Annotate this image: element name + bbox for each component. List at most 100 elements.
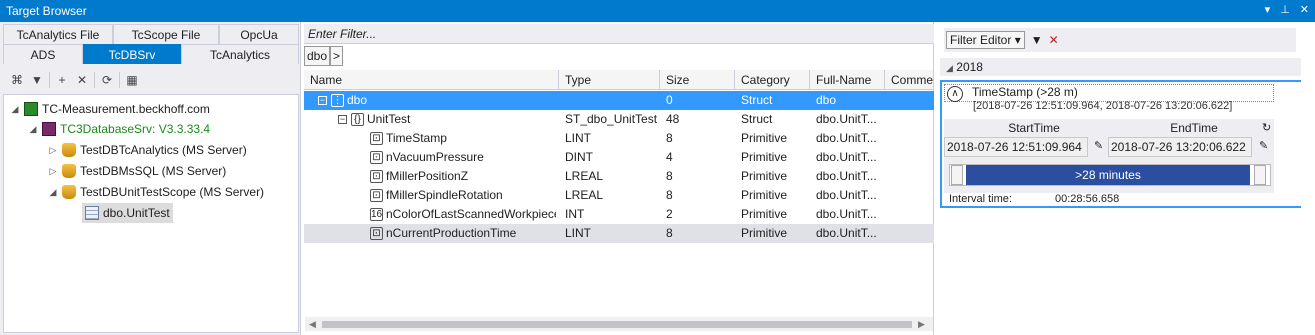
row-name: dbo — [347, 93, 368, 107]
dropdown-icon[interactable]: ▾ — [1265, 3, 1271, 16]
expanded-arrow-icon[interactable]: ◢ — [946, 63, 953, 73]
row-size: 4 — [666, 150, 673, 164]
collapsed-arrow-icon[interactable]: ▷ — [48, 140, 58, 160]
interval-value: 00:28:56.658 — [1055, 193, 1120, 205]
name-cell: ⊡ fMillerSpindleRotation — [364, 186, 560, 205]
table-row[interactable]: ⊡ fMillerSpindleRotation LREAL 8 Primitiv… — [304, 186, 934, 205]
column-header-name[interactable]: Name — [304, 70, 559, 90]
filter-editor-dropdown[interactable]: Filter Editor ▾ — [946, 31, 1025, 49]
table-row[interactable]: ⊡ nVacuumPressure DINT 4 Primitive dbo.Un… — [304, 148, 934, 167]
refresh-icon[interactable]: ⟳ — [99, 73, 115, 87]
column-header-size[interactable]: Size — [660, 70, 735, 90]
row-type: LINT — [565, 131, 592, 145]
tree-node-root[interactable]: ◢ TC-Measurement.beckhoff.com — [10, 99, 210, 119]
row-name: UnitTest — [367, 112, 411, 126]
row-fullname: dbo.UnitT... — [816, 150, 877, 164]
tree-node-server[interactable]: ◢ TC3DatabaseSrv: V3.3.33.4 — [28, 119, 210, 139]
table-row[interactable]: ⊡ TimeStamp LINT 8 Primitive dbo.UnitT... — [304, 129, 934, 148]
column-header-comment[interactable]: Comme — [885, 70, 934, 90]
clear-filter-icon[interactable]: ✕ — [1049, 33, 1059, 47]
tab-tcanalytics[interactable]: TcAnalytics — [181, 44, 299, 64]
tab-tcdbsrv[interactable]: TcDBSrv — [83, 44, 181, 64]
tree-node-db-unittestscope[interactable]: ◢ TestDBUnitTestScope (MS Server) — [48, 182, 264, 202]
table-row[interactable]: 16 nColorOfLastScannedWorkpiece INT 2 Pri… — [304, 205, 934, 224]
scroll-left-icon[interactable]: ◀ — [309, 319, 316, 330]
collapse-icon[interactable]: − — [318, 96, 327, 106]
column-header-type[interactable]: Type — [559, 70, 660, 90]
row-size: 8 — [666, 188, 673, 202]
name-cell: − ⋮ dbo — [312, 91, 560, 110]
tab-opcua[interactable]: OpcUa — [219, 24, 299, 44]
calendar-icon[interactable]: ▦ — [124, 73, 140, 87]
tree-node-db-tcanalytics[interactable]: ▷ TestDBTcAnalytics (MS Server) — [48, 140, 247, 160]
row-type: ST_dbo_UnitTest — [565, 112, 658, 126]
hierarchy-icon[interactable]: ⌘ — [9, 73, 25, 87]
slider-range[interactable]: >28 minutes — [966, 165, 1250, 185]
filter-editor-toolbar: Filter Editor ▾ ▼ ✕ — [944, 28, 1296, 52]
row-category: Primitive — [741, 169, 788, 183]
scroll-right-icon[interactable]: ▶ — [918, 319, 925, 330]
left-toolbar: ⌘ ▼ + ✕ ⟳ ▦ — [3, 68, 299, 92]
row-type: DINT — [565, 150, 593, 164]
filter-icon[interactable]: ▼ — [1031, 33, 1043, 47]
toolbar-separator — [94, 72, 95, 88]
timestamp-title: TimeStamp (>28 m) — [972, 85, 1078, 99]
struct-icon: {} — [351, 113, 364, 127]
tab-row-2: ADS TcDBSrv TcAnalytics — [3, 44, 299, 64]
row-size: 48 — [666, 112, 680, 126]
edit-start-icon[interactable]: ✎ — [1094, 139, 1103, 152]
expanded-arrow-icon[interactable]: ◢ — [10, 99, 20, 119]
tab-tcanalytics-file[interactable]: TcAnalytics File — [3, 24, 113, 44]
table-row[interactable]: − ⋮ dbo 0 Struct dbo — [304, 91, 934, 110]
tab-tcscope-file[interactable]: TcScope File — [113, 24, 219, 44]
database-icon — [62, 185, 76, 199]
row-type — [559, 91, 659, 110]
row-type: INT — [565, 207, 585, 221]
breadcrumb-arrow[interactable]: > — [330, 46, 344, 66]
table-row[interactable]: −{} UnitTest ST_dbo_UnitTest 48 Struct db… — [304, 110, 934, 129]
name-cell: 16 nColorOfLastScannedWorkpiece — [364, 205, 556, 224]
filter-input[interactable]: Enter Filter... — [304, 24, 934, 44]
remove-database-icon[interactable]: ✕ — [74, 73, 90, 87]
end-time-field[interactable]: 2018-07-26 13:20:06.622 — [1108, 137, 1252, 157]
table-row[interactable]: ⊡ nCurrentProductionTime LINT 8 Primitive… — [304, 224, 934, 243]
row-fullname: dbo.UnitT... — [816, 207, 877, 221]
start-time-field[interactable]: 2018-07-26 12:51:09.964 — [944, 137, 1088, 157]
year-group-header[interactable]: ◢ 2018 — [940, 58, 1308, 76]
collapsed-arrow-icon[interactable]: ▷ — [48, 161, 58, 181]
slider-left-handle[interactable] — [951, 165, 963, 185]
pin-icon[interactable]: ⊥ — [1280, 3, 1290, 16]
row-category: Struct — [741, 112, 773, 126]
tree-node-label: TC-Measurement.beckhoff.com — [42, 102, 210, 116]
breadcrumb-item[interactable]: dbo — [304, 46, 331, 66]
add-database-icon[interactable]: + — [54, 73, 70, 87]
row-name: nColorOfLastScannedWorkpiece — [386, 207, 556, 221]
expanded-arrow-icon[interactable]: ◢ — [28, 119, 38, 139]
filter-icon[interactable]: ▼ — [29, 73, 45, 87]
scrollbar-thumb[interactable] — [322, 321, 912, 328]
reset-icon[interactable]: ↻ — [1262, 121, 1271, 134]
row-fullname: dbo.UnitT... — [816, 131, 877, 145]
table-row[interactable]: ⊡ fMillerPositionZ LREAL 8 Primitive dbo.… — [304, 167, 934, 186]
close-icon[interactable]: ✕ — [1300, 3, 1309, 16]
slider-right-handle[interactable] — [1254, 165, 1266, 185]
tab-row-1: TcAnalytics File TcScope File OpcUa — [3, 24, 299, 44]
tab-ads[interactable]: ADS — [3, 44, 83, 64]
edit-end-icon[interactable]: ✎ — [1259, 139, 1268, 152]
end-time-label: EndTime — [1170, 121, 1218, 135]
interval-row: Interval time: 00:28:56.658 — [949, 193, 1279, 207]
row-fullname: dbo.UnitT... — [816, 226, 877, 240]
column-header-fullname[interactable]: Full-Name — [810, 70, 885, 90]
collapse-circle-icon[interactable]: ∧ — [947, 86, 963, 102]
collapse-icon[interactable]: − — [338, 115, 347, 125]
row-fullname: dbo.UnitT... — [816, 188, 877, 202]
row-type: LREAL — [565, 169, 604, 183]
expanded-arrow-icon[interactable]: ◢ — [48, 182, 58, 202]
tree-node-label: TC3DatabaseSrv: V3.3.33.4 — [60, 122, 211, 136]
tree-node-db-mssql[interactable]: ▷ TestDBMsSQL (MS Server) — [48, 161, 226, 181]
vertical-scrollbar[interactable] — [1301, 30, 1313, 333]
row-category: Primitive — [741, 207, 788, 221]
column-header-category[interactable]: Category — [735, 70, 810, 90]
tree-node-table[interactable]: dbo.UnitTest — [82, 203, 173, 223]
tree-node-label: TestDBUnitTestScope (MS Server) — [80, 185, 265, 199]
